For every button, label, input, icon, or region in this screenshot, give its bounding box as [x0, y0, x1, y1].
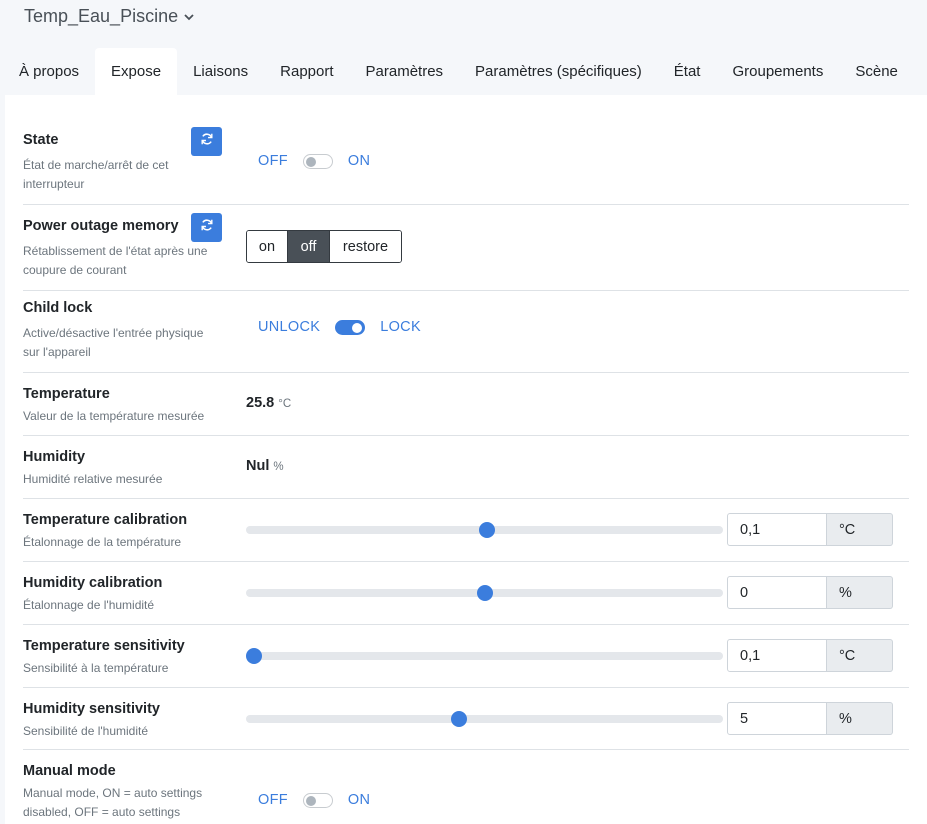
temperature-sensitivity-slider-thumb[interactable]: [245, 648, 262, 664]
tab-groups[interactable]: Groupements: [716, 48, 839, 95]
child-lock-toggle: UNLOCK LOCK: [258, 319, 421, 335]
power-outage-restore-button[interactable]: restore: [329, 231, 401, 262]
child-lock-row: Child lock Active/désactive l'entrée phy…: [23, 291, 909, 373]
manual-mode-switch[interactable]: [302, 792, 333, 808]
humidity-calibration-slider-thumb[interactable]: [476, 585, 493, 601]
power-outage-refresh-button[interactable]: [191, 213, 222, 242]
humidity-calibration-slider[interactable]: [246, 585, 723, 601]
state-switch[interactable]: [302, 153, 333, 169]
humidity-calibration-desc: Étalonnage de l'humidité: [23, 598, 155, 612]
humidity-desc: Humidité relative mesurée: [23, 472, 163, 486]
power-outage-row: Power outage memory Rétablissement de l'…: [23, 205, 909, 291]
tab-settings[interactable]: Paramètres: [350, 48, 460, 95]
child-lock-lock-label[interactable]: LOCK: [380, 319, 421, 335]
manual-mode-title: Manual mode: [23, 763, 116, 779]
humidity-sensitivity-slider-thumb[interactable]: [451, 711, 468, 727]
refresh-icon: [200, 218, 214, 237]
tab-bar: À propos Expose Liaisons Rapport Paramèt…: [0, 48, 927, 95]
power-outage-desc-line1: Rétablissement de l'état après une: [23, 244, 208, 258]
temperature-title: Temperature: [23, 386, 110, 402]
manual-mode-on-label[interactable]: ON: [348, 792, 370, 808]
state-desc-line2: interrupteur: [23, 177, 85, 191]
state-refresh-button[interactable]: [191, 127, 222, 156]
device-name: Temp_Eau_Piscine: [24, 6, 179, 26]
power-outage-desc: Rétablissement de l'état après une coupu…: [23, 242, 207, 280]
manual-mode-row: Manual mode Manual mode, ON = auto setti…: [23, 750, 909, 824]
humidity-sensitivity-row: Humidity sensitivity Sensibilité de l'hu…: [23, 688, 909, 750]
temperature-value-wrap: 25.8 °C: [246, 395, 291, 411]
device-header[interactable]: Temp_Eau_Piscine: [24, 6, 194, 27]
child-lock-desc-line2: sur l'appareil: [23, 345, 91, 359]
tab-state[interactable]: État: [658, 48, 717, 95]
humidity-sensitivity-input[interactable]: [727, 702, 827, 735]
temperature-sensitivity-desc: Sensibilité à la température: [23, 661, 169, 675]
child-lock-unlock-label[interactable]: UNLOCK: [258, 319, 320, 335]
humidity-sensitivity-slider[interactable]: [246, 711, 723, 727]
child-lock-desc: Active/désactive l'entrée physique sur l…: [23, 324, 203, 362]
power-outage-on-button[interactable]: on: [247, 231, 287, 262]
state-title: State: [23, 132, 59, 148]
temperature-calibration-title: Temperature calibration: [23, 512, 188, 528]
temperature-calibration-row: Temperature calibration Étalonnage de la…: [23, 499, 909, 562]
humidity-sensitivity-unit: %: [827, 702, 893, 735]
manual-mode-desc-line2: disabled, OFF = auto settings: [23, 805, 181, 819]
temperature-sensitivity-input[interactable]: [727, 639, 827, 672]
humidity-calibration-title: Humidity calibration: [23, 575, 163, 591]
state-off-label[interactable]: OFF: [258, 153, 288, 169]
humidity-value: Nul: [246, 458, 270, 474]
child-lock-title: Child lock: [23, 300, 93, 316]
humidity-unit: %: [273, 461, 284, 473]
child-lock-switch[interactable]: [335, 319, 366, 335]
refresh-icon: [200, 132, 214, 151]
state-desc: État de marche/arrêt de cet interrupteur: [23, 156, 168, 194]
humidity-calibration-row: Humidity calibration Étalonnage de l'hum…: [23, 562, 909, 625]
temperature-calibration-slider-thumb[interactable]: [478, 522, 495, 538]
tab-specific-settings[interactable]: Paramètres (spécifiques): [459, 48, 658, 95]
expose-panel: State État de marche/arrêt de cet interr…: [5, 95, 927, 824]
child-lock-desc-line1: Active/désactive l'entrée physique: [23, 326, 204, 340]
tab-about[interactable]: À propos: [0, 48, 95, 95]
temperature-calibration-input[interactable]: [727, 513, 827, 546]
chevron-down-icon: [184, 12, 194, 24]
temperature-row: Temperature Valeur de la température mes…: [23, 373, 909, 436]
power-outage-title: Power outage memory: [23, 218, 179, 234]
temperature-sensitivity-slider[interactable]: [245, 648, 723, 664]
tab-scene[interactable]: Scène: [839, 48, 914, 95]
temperature-calibration-slider[interactable]: [246, 522, 723, 538]
power-outage-off-button[interactable]: off: [287, 231, 329, 262]
state-toggle: OFF ON: [258, 153, 370, 169]
humidity-row: Humidity Humidité relative mesurée Nul%: [23, 436, 909, 499]
humidity-sensitivity-title: Humidity sensitivity: [23, 701, 160, 717]
temperature-value: 25.8: [246, 395, 275, 411]
state-desc-line1: État de marche/arrêt de cet: [23, 158, 169, 172]
temperature-unit: °C: [278, 398, 292, 410]
humidity-calibration-unit: %: [827, 576, 893, 609]
state-on-label[interactable]: ON: [348, 153, 370, 169]
state-row: State État de marche/arrêt de cet interr…: [23, 123, 909, 205]
manual-mode-desc-line1: Manual mode, ON = auto settings: [23, 786, 203, 800]
manual-mode-desc: Manual mode, ON = auto settings disabled…: [23, 784, 202, 822]
temperature-sensitivity-unit: °C: [827, 639, 893, 672]
tab-reporting[interactable]: Rapport: [264, 48, 349, 95]
humidity-calibration-input[interactable]: [727, 576, 827, 609]
temperature-sensitivity-row: Temperature sensitivity Sensibilité à la…: [23, 625, 909, 688]
manual-mode-off-label[interactable]: OFF: [258, 792, 288, 808]
temperature-sensitivity-title: Temperature sensitivity: [23, 638, 185, 654]
power-outage-desc-line2: coupure de courant: [23, 263, 127, 277]
temperature-desc: Valeur de la température mesurée: [23, 409, 205, 423]
humidity-title: Humidity: [23, 449, 86, 465]
humidity-sensitivity-desc: Sensibilité de l'humidité: [23, 724, 149, 738]
temperature-calibration-desc: Étalonnage de la température: [23, 535, 182, 549]
manual-mode-toggle: OFF ON: [258, 792, 370, 808]
power-outage-button-group: on off restore: [246, 230, 402, 263]
humidity-value-wrap: Nul%: [246, 458, 284, 474]
tab-bindings[interactable]: Liaisons: [177, 48, 264, 95]
tab-expose[interactable]: Expose: [95, 48, 178, 95]
temperature-calibration-unit: °C: [827, 513, 893, 546]
